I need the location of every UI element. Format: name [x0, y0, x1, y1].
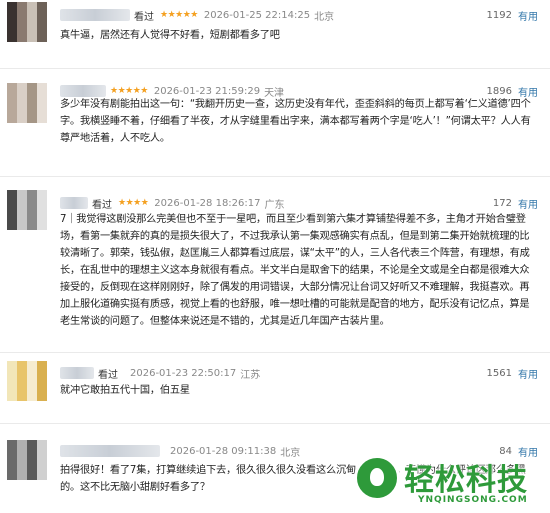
review-content: 就冲它敢拍五代十国，伯五星 [60, 385, 190, 396]
review-time: 2026-01-23 22:50:17 [130, 367, 237, 379]
vote-count: 1896 [486, 85, 512, 97]
username-status[interactable]: 看过 [92, 196, 112, 211]
useful-button[interactable]: 有用 [518, 8, 538, 23]
username-blurred[interactable] [60, 9, 130, 21]
review-location: 广东 [264, 199, 285, 211]
avatar[interactable] [7, 2, 47, 42]
avatar[interactable] [7, 190, 47, 230]
rating-stars: ★★★★ [118, 198, 149, 208]
divider [0, 176, 550, 177]
vote-count: 1192 [486, 9, 512, 21]
divider [0, 68, 550, 69]
review-location: 北京 [280, 447, 301, 459]
watermark-title: 轻松科技 [404, 463, 528, 498]
avatar[interactable] [7, 83, 47, 123]
username-blurred[interactable] [60, 367, 94, 379]
username-status[interactable]: 看过 [134, 8, 154, 23]
review-content: 多少年没有剧能拍出这一句：“我翻开历史一查，这历史没有年代，歪歪斜斜的每页上都写… [60, 99, 531, 144]
useful-button[interactable]: 有用 [518, 366, 538, 381]
review-meta: 看过 ★★★★ 2026-01-28 18:26:17 广东 [60, 195, 285, 211]
review-time: 2026-01-23 21:59:29 [153, 85, 261, 97]
review-meta: 看过 ★★★★★ 2026-01-25 22:14:25 北京 [60, 7, 334, 23]
avatar[interactable] [7, 440, 47, 480]
watermark: 轻松科技 YNQINGSONG.COM [352, 447, 542, 513]
username-blurred[interactable] [60, 445, 160, 457]
watermark-subtitle: YNQINGSONG.COM [418, 495, 528, 505]
review-time: 2026-01-28 09:11:38 [170, 445, 277, 457]
vote-count: 1561 [486, 367, 512, 379]
vote-area: 1561 有用 [487, 365, 538, 381]
review-location: 北京 [314, 11, 335, 23]
review-content: 7｜我觉得这剧没那么完美但也不至于一星吧，而且至少看到第六集才算铺垫得差不多，主… [60, 214, 530, 327]
watermark-logo-icon [354, 455, 400, 501]
review-meta: 看过 2026-01-23 22:50:17 江苏 [60, 365, 260, 381]
username-status[interactable]: 看过 [98, 366, 118, 381]
rating-stars: ★★★★★ [110, 86, 148, 96]
review-time: 2026-01-28 18:26:17 [154, 197, 261, 209]
useful-button[interactable]: 有用 [518, 196, 538, 211]
review-meta: 2026-01-28 09:11:38 北京 [60, 443, 300, 459]
divider [0, 352, 550, 353]
rating-stars: ★★★★★ [160, 10, 198, 20]
username-blurred[interactable] [60, 197, 88, 209]
avatar[interactable] [7, 361, 47, 401]
review-time: 2026-01-25 22:14:25 [203, 9, 311, 21]
review-location: 江苏 [240, 369, 261, 381]
vote-area: 172 有用 [493, 195, 538, 211]
vote-area: 1192 有用 [487, 7, 538, 23]
vote-count: 172 [492, 197, 512, 209]
review-content: 真牛逼，居然还有人觉得不好看，短剧都看多了吧 [60, 30, 280, 41]
divider [0, 423, 550, 424]
